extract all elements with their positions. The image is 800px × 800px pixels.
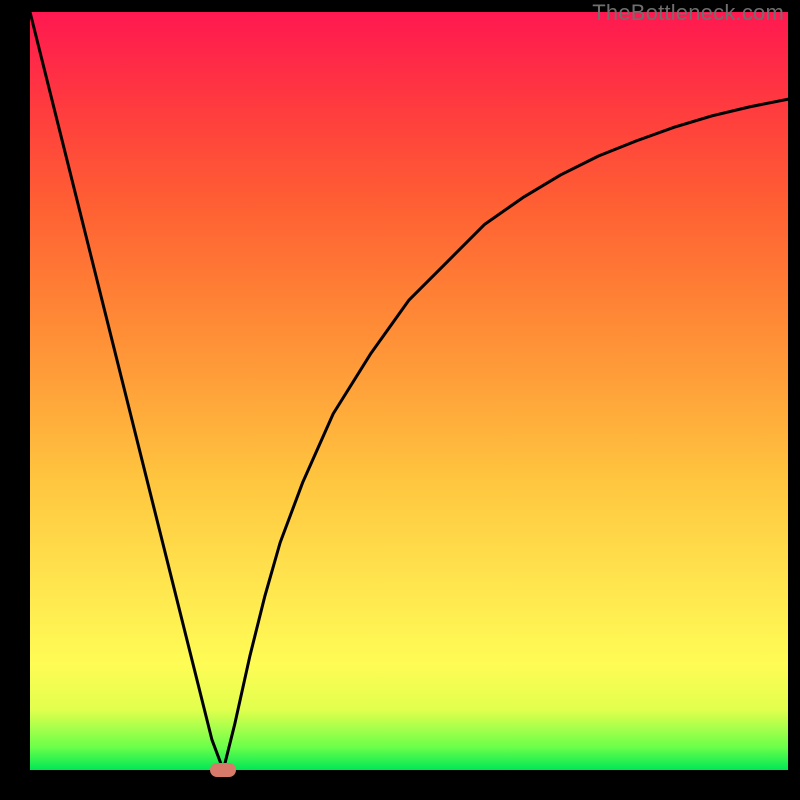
curve-svg bbox=[30, 12, 788, 770]
chart-frame: TheBottleneck.com bbox=[0, 0, 800, 800]
bottleneck-curve-path bbox=[30, 12, 788, 770]
watermark-text: TheBottleneck.com bbox=[592, 0, 784, 26]
optimal-marker bbox=[210, 763, 236, 777]
plot-area bbox=[30, 12, 788, 770]
